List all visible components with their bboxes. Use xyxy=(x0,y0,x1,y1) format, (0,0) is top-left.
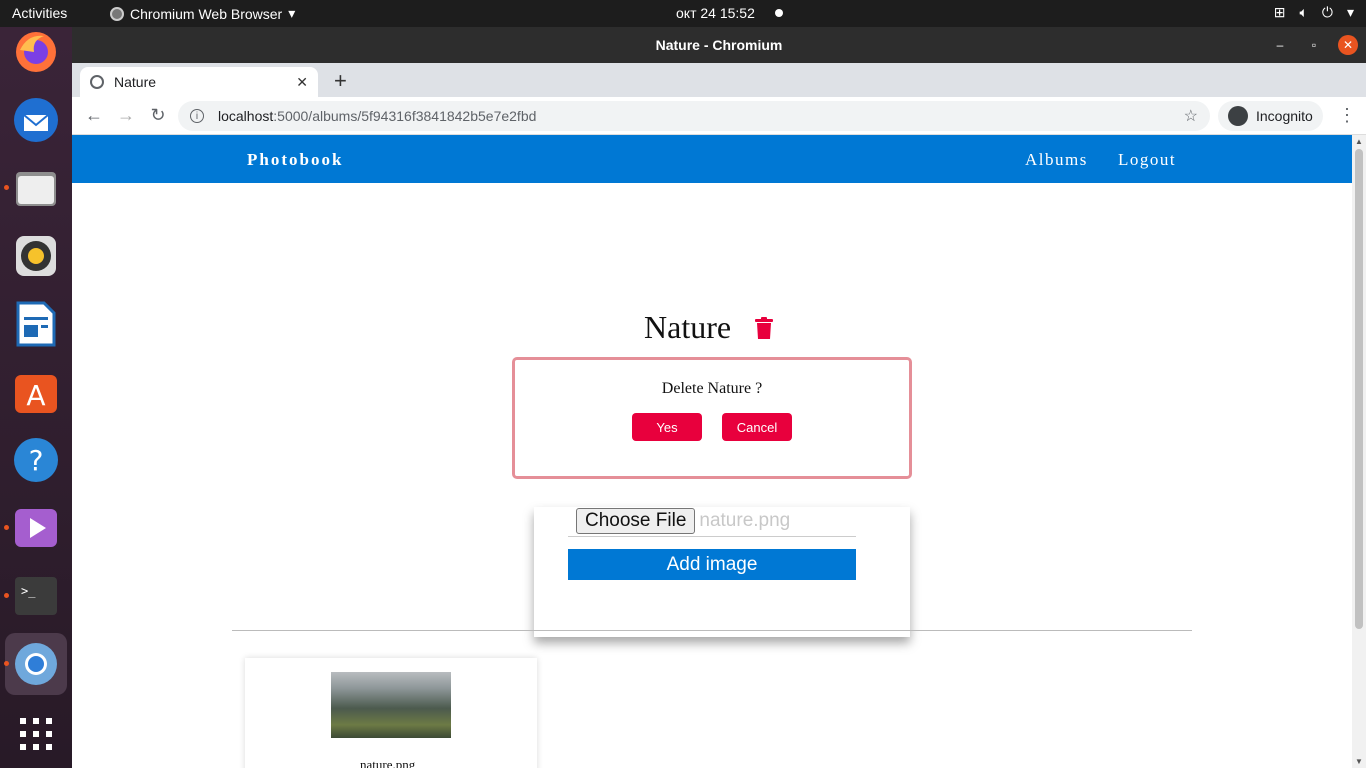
close-tab-icon[interactable]: ✕ xyxy=(296,74,308,91)
show-apps-button[interactable] xyxy=(11,709,61,759)
yes-button[interactable]: Yes xyxy=(632,413,702,441)
files-icon xyxy=(16,172,56,206)
network-icon: ⊞ xyxy=(1273,4,1286,20)
album-title: Nature xyxy=(644,309,732,345)
url-host: localhost xyxy=(218,108,274,124)
thunderbird-icon xyxy=(14,98,58,142)
menu-kebab-icon[interactable]: ⋮ xyxy=(1338,105,1356,126)
writer-dock-item[interactable] xyxy=(11,299,61,349)
url-path: :5000/albums/5f94316f3841842b5e7e2fbd xyxy=(273,108,537,124)
maximize-icon[interactable]: ▫ xyxy=(1304,35,1324,55)
page-scrollbar[interactable]: ▲ ▼ xyxy=(1352,135,1366,768)
video-icon xyxy=(15,509,57,547)
system-top-bar: Activities Chromium Web Browser ▾ окт 24… xyxy=(0,0,1366,27)
running-indicator xyxy=(4,593,9,598)
clock[interactable]: окт 24 15:52 xyxy=(676,5,755,21)
bookmark-star-icon[interactable]: ☆ xyxy=(1184,106,1198,126)
system-tray[interactable]: ⊞ 🔈︎ ⏻ ▾ xyxy=(1274,4,1354,21)
incognito-icon xyxy=(1228,106,1248,126)
notification-dot-icon xyxy=(775,9,783,17)
dock: A ? >_ xyxy=(0,27,72,768)
info-icon[interactable]: i xyxy=(190,109,204,123)
address-bar[interactable]: i localhost :5000/albums/5f94316f3841842… xyxy=(178,101,1210,131)
choose-file-button[interactable]: Choose File xyxy=(576,507,696,534)
firefox-dock-item[interactable] xyxy=(11,27,61,77)
svg-text:>_: >_ xyxy=(21,584,36,598)
incognito-label: Incognito xyxy=(1256,108,1313,124)
activities-button[interactable]: Activities xyxy=(12,5,67,21)
confirm-question: Delete Nature ? xyxy=(661,380,763,397)
rhythmbox-icon xyxy=(16,236,56,276)
app-menu-label: Chromium Web Browser xyxy=(130,5,283,22)
help-dock-item[interactable]: ? xyxy=(11,435,61,485)
terminal-icon: >_ xyxy=(15,577,57,615)
chromium-icon xyxy=(15,643,57,685)
globe-icon xyxy=(90,75,104,89)
image-thumbnail[interactable] xyxy=(331,672,451,738)
chevron-down-icon: ▾ xyxy=(1346,4,1354,20)
volume-icon: 🔈︎ xyxy=(1299,4,1308,20)
tab-strip: Nature ✕ + xyxy=(72,63,1366,97)
terminal-dock-item[interactable]: >_ xyxy=(4,571,61,621)
forward-icon[interactable]: → xyxy=(114,103,138,127)
scroll-down-icon[interactable]: ▼ xyxy=(1355,757,1363,766)
divider xyxy=(232,630,1192,631)
brand-link[interactable]: Photobook xyxy=(247,150,343,170)
delete-confirm-dialog: Delete Nature ? Yes Cancel xyxy=(512,357,912,479)
tab-title: Nature xyxy=(114,74,157,90)
close-window-icon[interactable]: ✕ xyxy=(1338,35,1358,55)
browser-toolbar: ← → ↻ i localhost :5000/albums/5f94316f3… xyxy=(72,97,1366,135)
files-dock-item[interactable] xyxy=(4,163,61,213)
app-menu[interactable]: Chromium Web Browser ▾ xyxy=(110,5,295,22)
svg-text:A: A xyxy=(26,379,45,412)
app-center-icon: A xyxy=(15,375,57,413)
page-content: Photobook Albums Logout Nature Delete Na… xyxy=(72,135,1352,768)
site-navbar: Photobook Albums Logout xyxy=(72,135,1352,183)
writer-icon xyxy=(16,301,56,347)
video-dock-item[interactable] xyxy=(4,503,61,553)
nav-logout-link[interactable]: Logout xyxy=(1118,150,1176,170)
tab-nature[interactable]: Nature ✕ xyxy=(80,67,318,97)
chromium-small-icon xyxy=(110,6,124,21)
new-tab-icon[interactable]: + xyxy=(334,68,347,94)
running-indicator xyxy=(4,661,9,666)
svg-text:?: ? xyxy=(29,444,44,477)
add-image-button[interactable]: Add image xyxy=(568,549,856,580)
firefox-icon xyxy=(16,32,56,72)
window-titlebar: Nature - Chromium – ▫ ✕ xyxy=(72,27,1366,63)
file-input: Choose File nature.png xyxy=(568,505,856,537)
browser-window: Nature - Chromium – ▫ ✕ Nature ✕ + ← → ↻… xyxy=(72,27,1366,768)
help-icon: ? xyxy=(14,438,58,482)
image-name: nature.png xyxy=(360,757,416,768)
chromium-dock-item[interactable] xyxy=(4,633,67,695)
rhythmbox-dock-item[interactable] xyxy=(11,231,61,281)
app-center-dock-item[interactable]: A xyxy=(11,367,61,417)
running-indicator xyxy=(4,185,9,190)
incognito-indicator[interactable]: Incognito xyxy=(1218,101,1323,131)
scroll-up-icon[interactable]: ▲ xyxy=(1355,137,1363,146)
reload-icon[interactable]: ↻ xyxy=(146,103,170,127)
show-apps-icon xyxy=(20,718,52,750)
trash-icon[interactable] xyxy=(755,317,773,339)
scrollbar-thumb[interactable] xyxy=(1355,149,1363,629)
chevron-down-icon: ▾ xyxy=(288,5,296,21)
cancel-button[interactable]: Cancel xyxy=(722,413,792,441)
back-icon[interactable]: ← xyxy=(82,103,106,127)
thunderbird-dock-item[interactable] xyxy=(11,95,61,145)
window-title: Nature - Chromium xyxy=(655,37,783,53)
nav-albums-link[interactable]: Albums xyxy=(1025,150,1088,170)
running-indicator xyxy=(4,525,9,530)
power-icon: ⏻ xyxy=(1321,4,1333,20)
selected-file-name: nature.png xyxy=(699,509,791,531)
minimize-icon[interactable]: – xyxy=(1270,35,1290,55)
